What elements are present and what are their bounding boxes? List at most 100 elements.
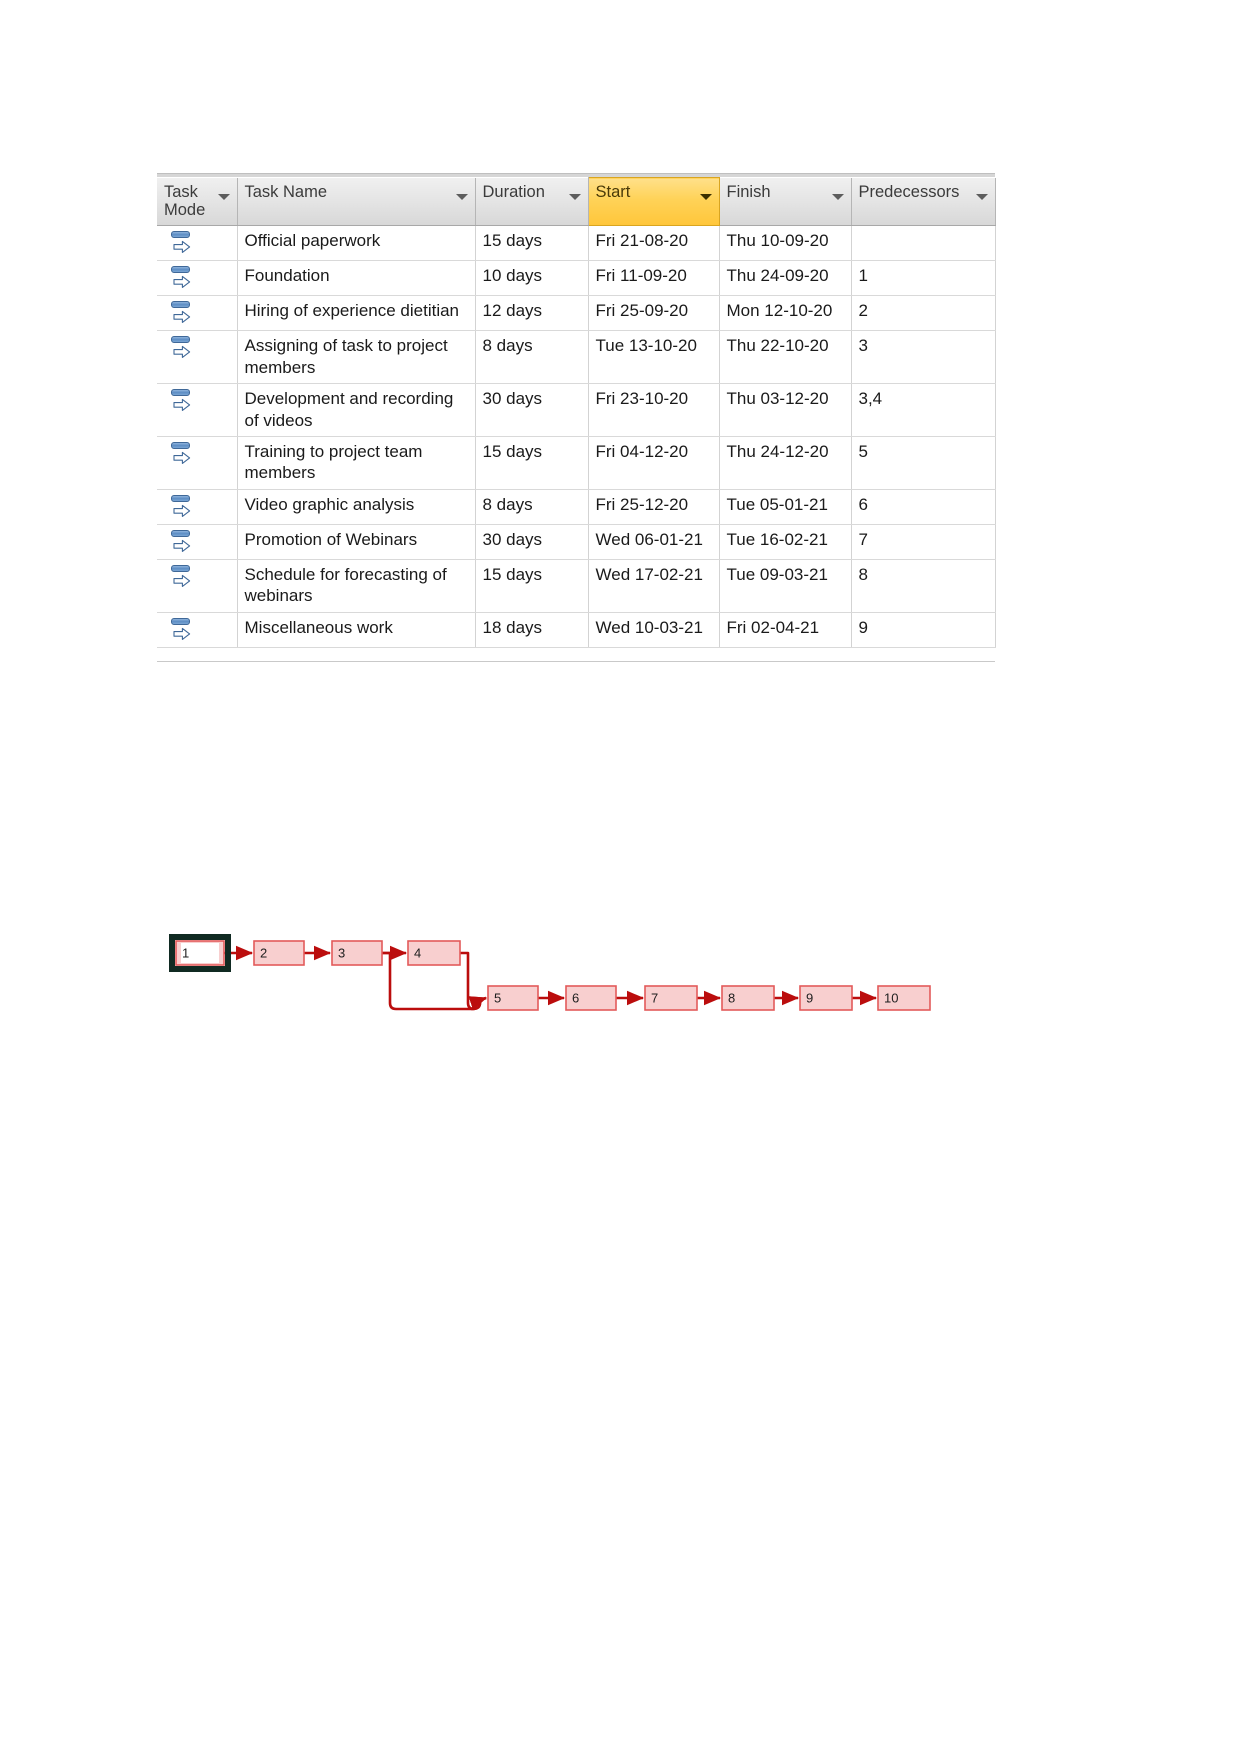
cell-predecessors[interactable]: 3 [851, 330, 996, 385]
table-body: Official paperwork 15 days Fri 21-08-20 Thu… [157, 225, 996, 648]
cell-task-mode[interactable] [157, 260, 238, 297]
table-row[interactable]: Assigning of task to project members 8 da… [157, 330, 996, 385]
manually-scheduled-icon [170, 230, 194, 255]
filter-dropdown-icon[interactable] [455, 193, 468, 200]
cell-duration[interactable]: 30 days [475, 524, 589, 560]
table-row[interactable]: Development and recording of videos 30 da… [157, 383, 996, 438]
cell-predecessors[interactable]: 7 [851, 524, 996, 560]
network-node[interactable] [253, 940, 305, 966]
cell-task-name[interactable]: Hiring of experience dietitian [237, 295, 476, 332]
table-row[interactable]: Training to project team members 15 days F… [157, 436, 996, 490]
cell-duration[interactable]: 8 days [475, 330, 589, 385]
cell-task-mode[interactable] [157, 524, 238, 560]
cell-task-name[interactable]: Miscellaneous work [237, 612, 476, 648]
cell-task-mode[interactable] [157, 436, 238, 490]
cell-predecessors[interactable]: 1 [851, 260, 996, 297]
table-row[interactable]: Video graphic analysis 8 days Fri 25-12-20… [157, 489, 996, 525]
manually-scheduled-icon [170, 265, 194, 290]
cell-task-mode[interactable] [157, 612, 238, 648]
cell-duration[interactable]: 30 days [475, 383, 589, 438]
cell-task-name[interactable]: Development and recording of videos [237, 383, 476, 438]
task-table-container: Task Mode Task Name Duration Start Finis… [157, 176, 996, 648]
cell-duration[interactable]: 15 days [475, 225, 589, 262]
cell-predecessors[interactable]: 2 [851, 295, 996, 332]
cell-start[interactable]: Tue 13-10-20 [588, 330, 720, 385]
cell-finish[interactable]: Mon 12-10-20 [719, 295, 852, 332]
filter-dropdown-icon[interactable] [831, 193, 844, 200]
cell-task-mode[interactable] [157, 225, 238, 262]
cell-task-mode[interactable] [157, 559, 238, 613]
network-node[interactable] [175, 940, 225, 966]
cell-start[interactable]: Wed 10-03-21 [588, 612, 720, 648]
column-header-task-name[interactable]: Task Name [237, 177, 476, 227]
cell-task-mode[interactable] [157, 295, 238, 332]
cell-finish[interactable]: Tue 09-03-21 [719, 559, 852, 613]
cell-task-mode[interactable] [157, 330, 238, 385]
cell-finish[interactable]: Thu 24-12-20 [719, 436, 852, 490]
cell-start[interactable]: Fri 25-12-20 [588, 489, 720, 525]
cell-finish[interactable]: Fri 02-04-21 [719, 612, 852, 648]
cell-start[interactable]: Fri 11-09-20 [588, 260, 720, 297]
table-row[interactable]: Foundation 10 days Fri 11-09-20 Thu 24-09-2… [157, 260, 996, 297]
cell-start[interactable]: Fri 25-09-20 [588, 295, 720, 332]
filter-dropdown-icon[interactable] [699, 194, 712, 200]
table-row[interactable]: Promotion of Webinars 30 days Wed 06-01-21… [157, 524, 996, 560]
cell-task-name[interactable]: Video graphic analysis [237, 489, 476, 525]
network-node[interactable] [487, 985, 539, 1011]
cell-start[interactable]: Wed 06-01-21 [588, 524, 720, 560]
filter-dropdown-icon[interactable] [975, 193, 988, 200]
cell-start[interactable]: Fri 04-12-20 [588, 436, 720, 490]
filter-dropdown-icon[interactable] [217, 193, 230, 200]
cell-predecessors[interactable]: 9 [851, 612, 996, 648]
network-node[interactable] [799, 985, 853, 1011]
column-header-predecessors[interactable]: Predecessors [851, 177, 996, 227]
cell-finish[interactable]: Tue 05-01-21 [719, 489, 852, 525]
cell-duration[interactable]: 10 days [475, 260, 589, 297]
network-node-label: 9 [806, 991, 813, 1006]
manually-scheduled-icon [170, 529, 194, 554]
column-header-start[interactable]: Start [587, 176, 720, 227]
network-node[interactable] [565, 985, 617, 1011]
cell-start[interactable]: Wed 17-02-21 [588, 559, 720, 613]
cell-task-name[interactable]: Schedule for forecasting of webinars [237, 559, 476, 613]
cell-predecessors[interactable] [851, 225, 996, 262]
column-header-duration[interactable]: Duration [475, 177, 589, 227]
cell-duration[interactable]: 18 days [475, 612, 589, 648]
filter-dropdown-icon[interactable] [568, 193, 581, 200]
cell-predecessors[interactable]: 8 [851, 559, 996, 613]
network-node[interactable] [721, 985, 775, 1011]
cell-duration[interactable]: 15 days [475, 436, 589, 490]
cell-finish[interactable]: Tue 16-02-21 [719, 524, 852, 560]
cell-task-mode[interactable] [157, 489, 238, 525]
cell-duration[interactable]: 8 days [475, 489, 589, 525]
table-row[interactable]: Miscellaneous work 18 days Wed 10-03-21 Fri… [157, 612, 996, 648]
network-node[interactable] [877, 985, 931, 1011]
cell-predecessors[interactable]: 6 [851, 489, 996, 525]
cell-start[interactable]: Fri 23-10-20 [588, 383, 720, 438]
network-node[interactable] [644, 985, 698, 1011]
cell-duration[interactable]: 15 days [475, 559, 589, 613]
cell-finish[interactable]: Thu 03-12-20 [719, 383, 852, 438]
cell-task-mode[interactable] [157, 383, 238, 438]
network-node[interactable] [407, 940, 461, 966]
cell-task-name[interactable]: Promotion of Webinars [237, 524, 476, 560]
cell-task-name[interactable]: Foundation [237, 260, 476, 297]
cell-task-name[interactable]: Training to project team members [237, 436, 476, 490]
cell-finish[interactable]: Thu 22-10-20 [719, 330, 852, 385]
cell-predecessors[interactable]: 5 [851, 436, 996, 490]
network-nodes: 1 2 3 4 5 6 7 8 9 10 [169, 934, 931, 1011]
network-node-label: 6 [572, 991, 579, 1006]
table-row[interactable]: Hiring of experience dietitian 12 days Fri… [157, 295, 996, 332]
cell-finish[interactable]: Thu 10-09-20 [719, 225, 852, 262]
cell-task-name[interactable]: Official paperwork [237, 225, 476, 262]
cell-start[interactable]: Fri 21-08-20 [588, 225, 720, 262]
cell-task-name[interactable]: Assigning of task to project members [237, 330, 476, 385]
table-row[interactable]: Official paperwork 15 days Fri 21-08-20 Thu… [157, 225, 996, 262]
cell-finish[interactable]: Thu 24-09-20 [719, 260, 852, 297]
cell-predecessors[interactable]: 3,4 [851, 383, 996, 438]
table-row[interactable]: Schedule for forecasting of webinars 15 d… [157, 559, 996, 613]
column-header-finish[interactable]: Finish [719, 177, 852, 227]
cell-duration[interactable]: 12 days [475, 295, 589, 332]
column-header-task-mode[interactable]: Task Mode [157, 177, 238, 227]
network-node[interactable] [331, 940, 383, 966]
